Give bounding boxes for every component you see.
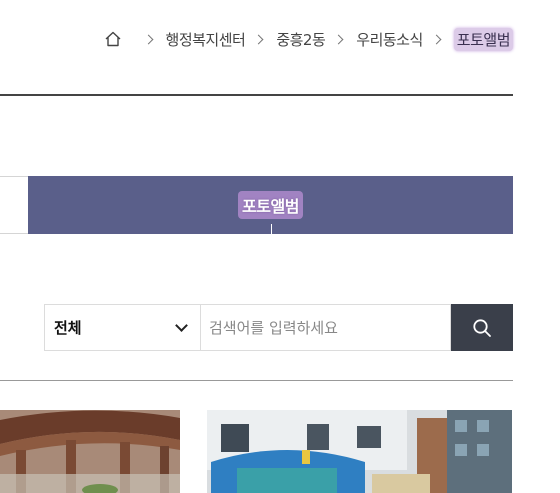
breadcrumb: 행정복지센터 중흥2동 우리동소식 포토앨범 [103, 26, 513, 52]
search-input[interactable] [200, 304, 451, 351]
tab-indicator [270, 224, 272, 234]
list-divider [0, 380, 513, 381]
search-icon [473, 318, 491, 337]
chevron-right-icon [333, 34, 344, 44]
chevron-right-icon [431, 34, 442, 44]
search-button[interactable] [451, 304, 513, 351]
tab-bar: 포토앨범 [0, 176, 513, 234]
album-thumbnail[interactable] [207, 410, 512, 493]
breadcrumb-item-center[interactable]: 행정복지센터 [166, 29, 246, 50]
tab-label: 포토앨범 [238, 191, 303, 219]
album-thumbnail[interactable] [0, 410, 180, 493]
tab-inactive[interactable] [0, 177, 28, 233]
header-divider [0, 94, 513, 96]
search-form: 전체 [44, 304, 513, 351]
category-select[interactable]: 전체 [44, 304, 200, 351]
category-select-value: 전체 [54, 319, 82, 337]
chevron-down-icon [175, 318, 188, 332]
home-icon[interactable] [103, 29, 123, 49]
chevron-right-icon [253, 34, 264, 44]
breadcrumb-item-dong[interactable]: 중흥2동 [276, 29, 325, 50]
breadcrumb-item-current[interactable]: 포토앨범 [453, 27, 513, 51]
chevron-right-icon [143, 34, 153, 44]
breadcrumb-item-news[interactable]: 우리동소식 [356, 29, 423, 50]
tab-photo-album[interactable]: 포토앨범 [28, 176, 513, 234]
